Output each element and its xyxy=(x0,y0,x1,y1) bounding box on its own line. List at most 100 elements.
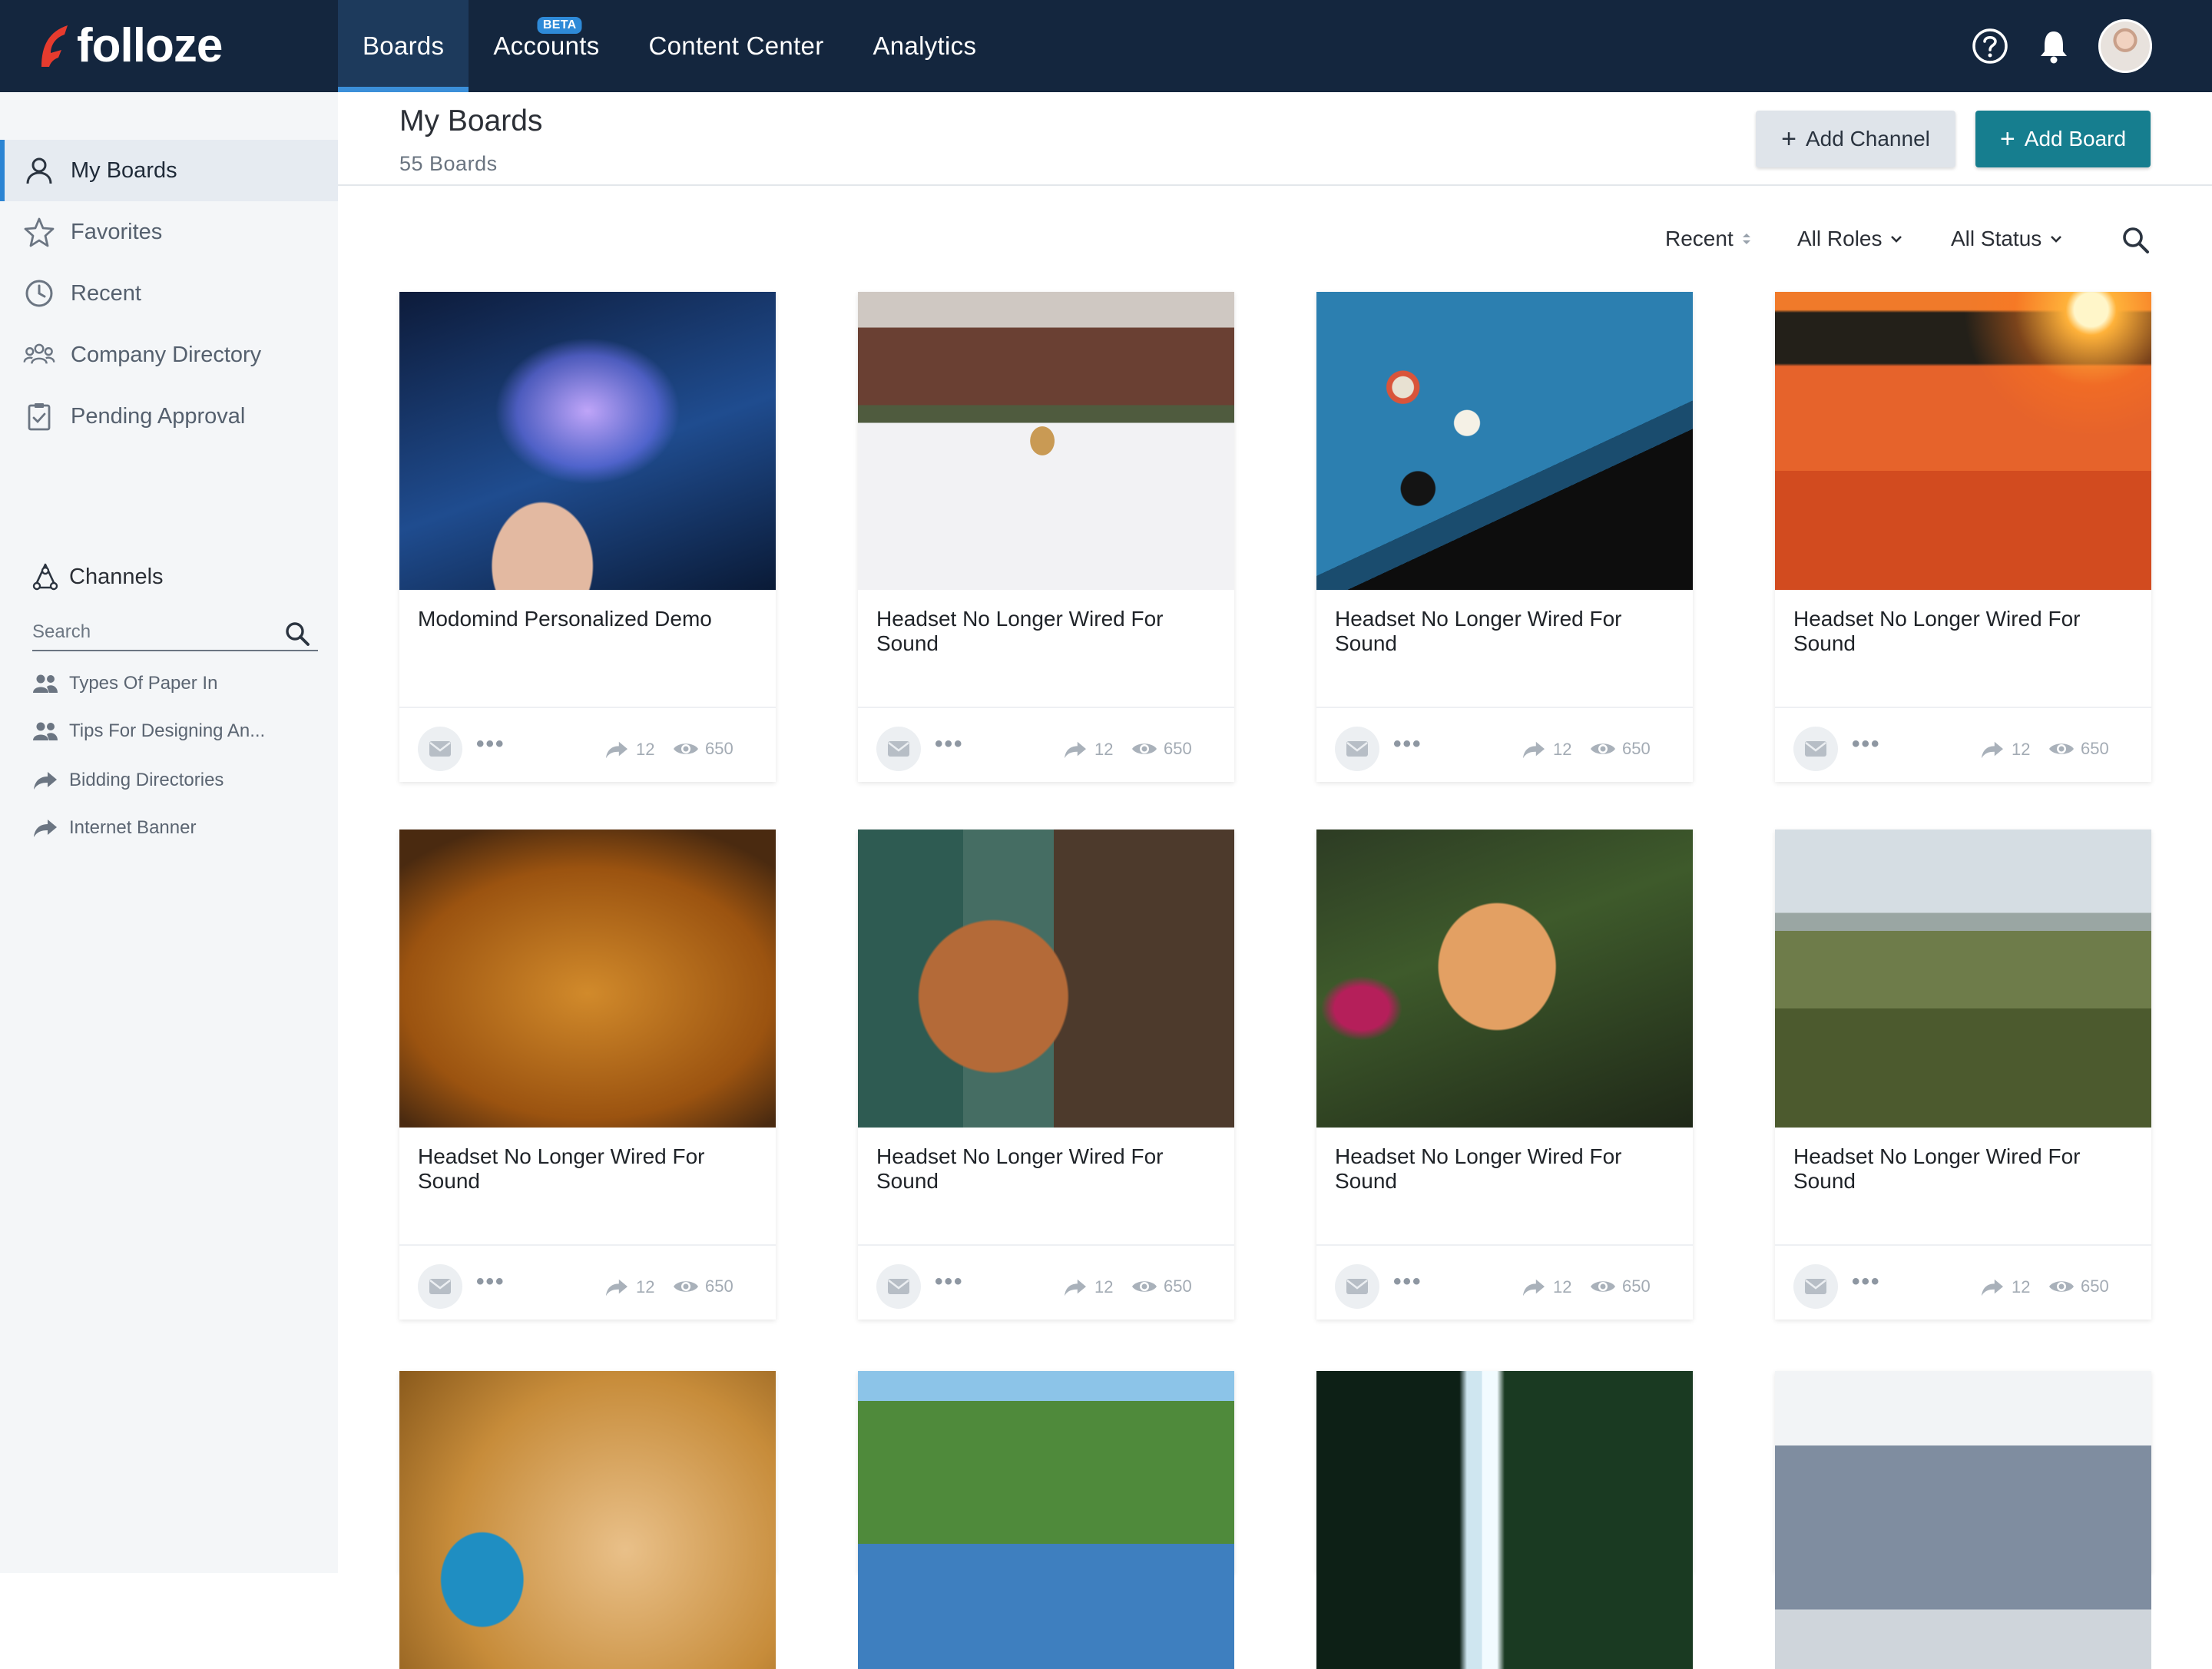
add-channel-button[interactable]: + Add Channel xyxy=(1756,111,1955,167)
eye-icon xyxy=(2049,743,2074,754)
more-options-icon[interactable]: ••• xyxy=(935,731,964,757)
eye-icon xyxy=(1591,743,1615,754)
sidebar-item-label: My Boards xyxy=(71,157,177,183)
board-title[interactable]: Headset No Longer Wired For Sound xyxy=(876,607,1214,656)
nav-tab-boards[interactable]: Boards xyxy=(338,0,469,92)
board-thumbnail[interactable] xyxy=(1316,1371,1693,1669)
bell-icon[interactable] xyxy=(2038,28,2069,64)
channel-item-bidding-directories[interactable]: Bidding Directories xyxy=(32,765,224,796)
board-thumbnail[interactable] xyxy=(399,830,776,1128)
view-count-value: 650 xyxy=(2081,1277,2109,1296)
share-icon xyxy=(1523,741,1545,759)
sidebar-item-company-directory[interactable]: Company Directory xyxy=(0,324,338,386)
board-card[interactable] xyxy=(1775,1371,2151,1669)
email-button[interactable] xyxy=(876,1264,921,1309)
add-board-button[interactable]: + Add Board xyxy=(1975,111,2151,167)
board-card[interactable]: Headset No Longer Wired For Sound ••• 12 65… xyxy=(1316,292,1693,782)
view-count: 650 xyxy=(673,739,733,759)
view-count-value: 650 xyxy=(1164,739,1192,758)
status-dropdown[interactable]: All Status xyxy=(1951,220,2063,258)
nav-tab-content-center[interactable]: Content Center xyxy=(624,0,849,92)
more-options-icon[interactable]: ••• xyxy=(1852,731,1881,757)
sidebar-item-label: Favorites xyxy=(71,219,163,244)
email-button[interactable] xyxy=(1793,1264,1838,1309)
share-icon xyxy=(1982,741,2003,759)
channel-item-internet-banner[interactable]: Internet Banner xyxy=(32,813,196,843)
more-options-icon[interactable]: ••• xyxy=(1852,1269,1881,1295)
share-count: 12 xyxy=(1062,739,1113,760)
more-options-icon[interactable]: ••• xyxy=(1393,1269,1422,1295)
search-icon[interactable] xyxy=(284,621,310,647)
sort-dropdown[interactable]: Recent xyxy=(1665,220,1752,258)
email-button[interactable] xyxy=(418,1264,462,1309)
board-card[interactable]: Modomind Personalized Demo ••• 12 650 xyxy=(399,292,776,782)
board-card[interactable] xyxy=(1316,1371,1693,1669)
sidebar-item-my-boards[interactable]: My Boards xyxy=(0,140,338,201)
top-navigation-bar: folloze Boards BETA Accounts Content Cen… xyxy=(0,0,2212,92)
board-card[interactable]: Headset No Longer Wired For Sound ••• 12 65… xyxy=(1316,830,1693,1320)
board-thumbnail[interactable] xyxy=(399,1371,776,1669)
mail-icon xyxy=(1346,1279,1368,1294)
board-title[interactable]: Headset No Longer Wired For Sound xyxy=(876,1144,1214,1194)
email-button[interactable] xyxy=(876,727,921,771)
share-count: 12 xyxy=(1521,739,1571,760)
board-card[interactable] xyxy=(399,1371,776,1669)
help-icon[interactable] xyxy=(1971,27,2009,65)
board-card[interactable]: Headset No Longer Wired For Sound ••• 12 65… xyxy=(1775,292,2151,782)
channel-search-input[interactable] xyxy=(32,616,278,648)
roles-label: All Roles xyxy=(1797,227,1883,250)
board-thumbnail[interactable] xyxy=(1316,830,1693,1128)
board-card[interactable]: Headset No Longer Wired For Sound ••• 12 65… xyxy=(1775,830,2151,1320)
email-button[interactable] xyxy=(418,727,462,771)
sidebar-item-recent[interactable]: Recent xyxy=(0,263,338,324)
sidebar-item-pending-approval[interactable]: Pending Approval xyxy=(0,386,338,447)
board-title[interactable]: Modomind Personalized Demo xyxy=(418,607,756,631)
sidebar-item-favorites[interactable]: Favorites xyxy=(0,201,338,263)
mail-icon xyxy=(1346,741,1368,757)
board-title[interactable]: Headset No Longer Wired For Sound xyxy=(418,1144,756,1194)
board-thumbnail[interactable] xyxy=(399,292,776,590)
channel-item-types-of-paper[interactable]: Types Of Paper In xyxy=(32,668,217,699)
nav-tab-analytics[interactable]: Analytics xyxy=(849,0,1002,92)
more-options-icon[interactable]: ••• xyxy=(476,731,505,757)
share-count: 12 xyxy=(604,739,654,760)
sidebar-item-label: Pending Approval xyxy=(71,403,246,429)
more-options-icon[interactable]: ••• xyxy=(1393,731,1422,757)
board-thumbnail[interactable] xyxy=(1775,292,2151,590)
user-avatar[interactable] xyxy=(2098,19,2152,73)
board-thumbnail[interactable] xyxy=(1775,830,2151,1128)
email-button[interactable] xyxy=(1335,1264,1379,1309)
board-card[interactable] xyxy=(858,1371,1234,1669)
board-title[interactable]: Headset No Longer Wired For Sound xyxy=(1335,1144,1673,1194)
channel-item-tips-for-designing[interactable]: Tips For Designing An... xyxy=(32,716,265,747)
mail-icon xyxy=(1805,741,1826,757)
board-title[interactable]: Headset No Longer Wired For Sound xyxy=(1335,607,1673,656)
board-thumbnail[interactable] xyxy=(1775,1371,2151,1669)
board-thumbnail[interactable] xyxy=(1316,292,1693,590)
view-count: 650 xyxy=(1590,1277,1651,1296)
view-count: 650 xyxy=(673,1277,733,1296)
clock-icon xyxy=(25,280,53,307)
more-options-icon[interactable]: ••• xyxy=(935,1269,964,1295)
nav-tab-accounts[interactable]: BETA Accounts xyxy=(469,0,624,92)
board-title[interactable]: Headset No Longer Wired For Sound xyxy=(1793,1144,2131,1194)
share-icon xyxy=(1523,1279,1545,1296)
board-thumbnail[interactable] xyxy=(858,292,1234,590)
board-title[interactable]: Headset No Longer Wired For Sound xyxy=(1793,607,2131,656)
board-card[interactable]: Headset No Longer Wired For Sound ••• 12 65… xyxy=(858,292,1234,782)
board-card[interactable]: Headset No Longer Wired For Sound ••• 12 65… xyxy=(858,830,1234,1320)
folloze-logo[interactable]: folloze xyxy=(35,17,223,74)
logo-text: folloze xyxy=(77,18,223,72)
share-icon xyxy=(606,1279,628,1296)
eye-icon xyxy=(1591,1281,1615,1292)
email-button[interactable] xyxy=(1335,727,1379,771)
board-card[interactable]: Headset No Longer Wired For Sound ••• 12 65… xyxy=(399,830,776,1320)
share-count-value: 12 xyxy=(1553,1277,1572,1296)
search-icon[interactable] xyxy=(2121,226,2151,255)
more-options-icon[interactable]: ••• xyxy=(476,1269,505,1295)
board-thumbnail[interactable] xyxy=(858,1371,1234,1669)
roles-dropdown[interactable]: All Roles xyxy=(1797,220,1903,258)
board-thumbnail[interactable] xyxy=(858,830,1234,1128)
view-count: 650 xyxy=(1590,739,1651,759)
email-button[interactable] xyxy=(1793,727,1838,771)
